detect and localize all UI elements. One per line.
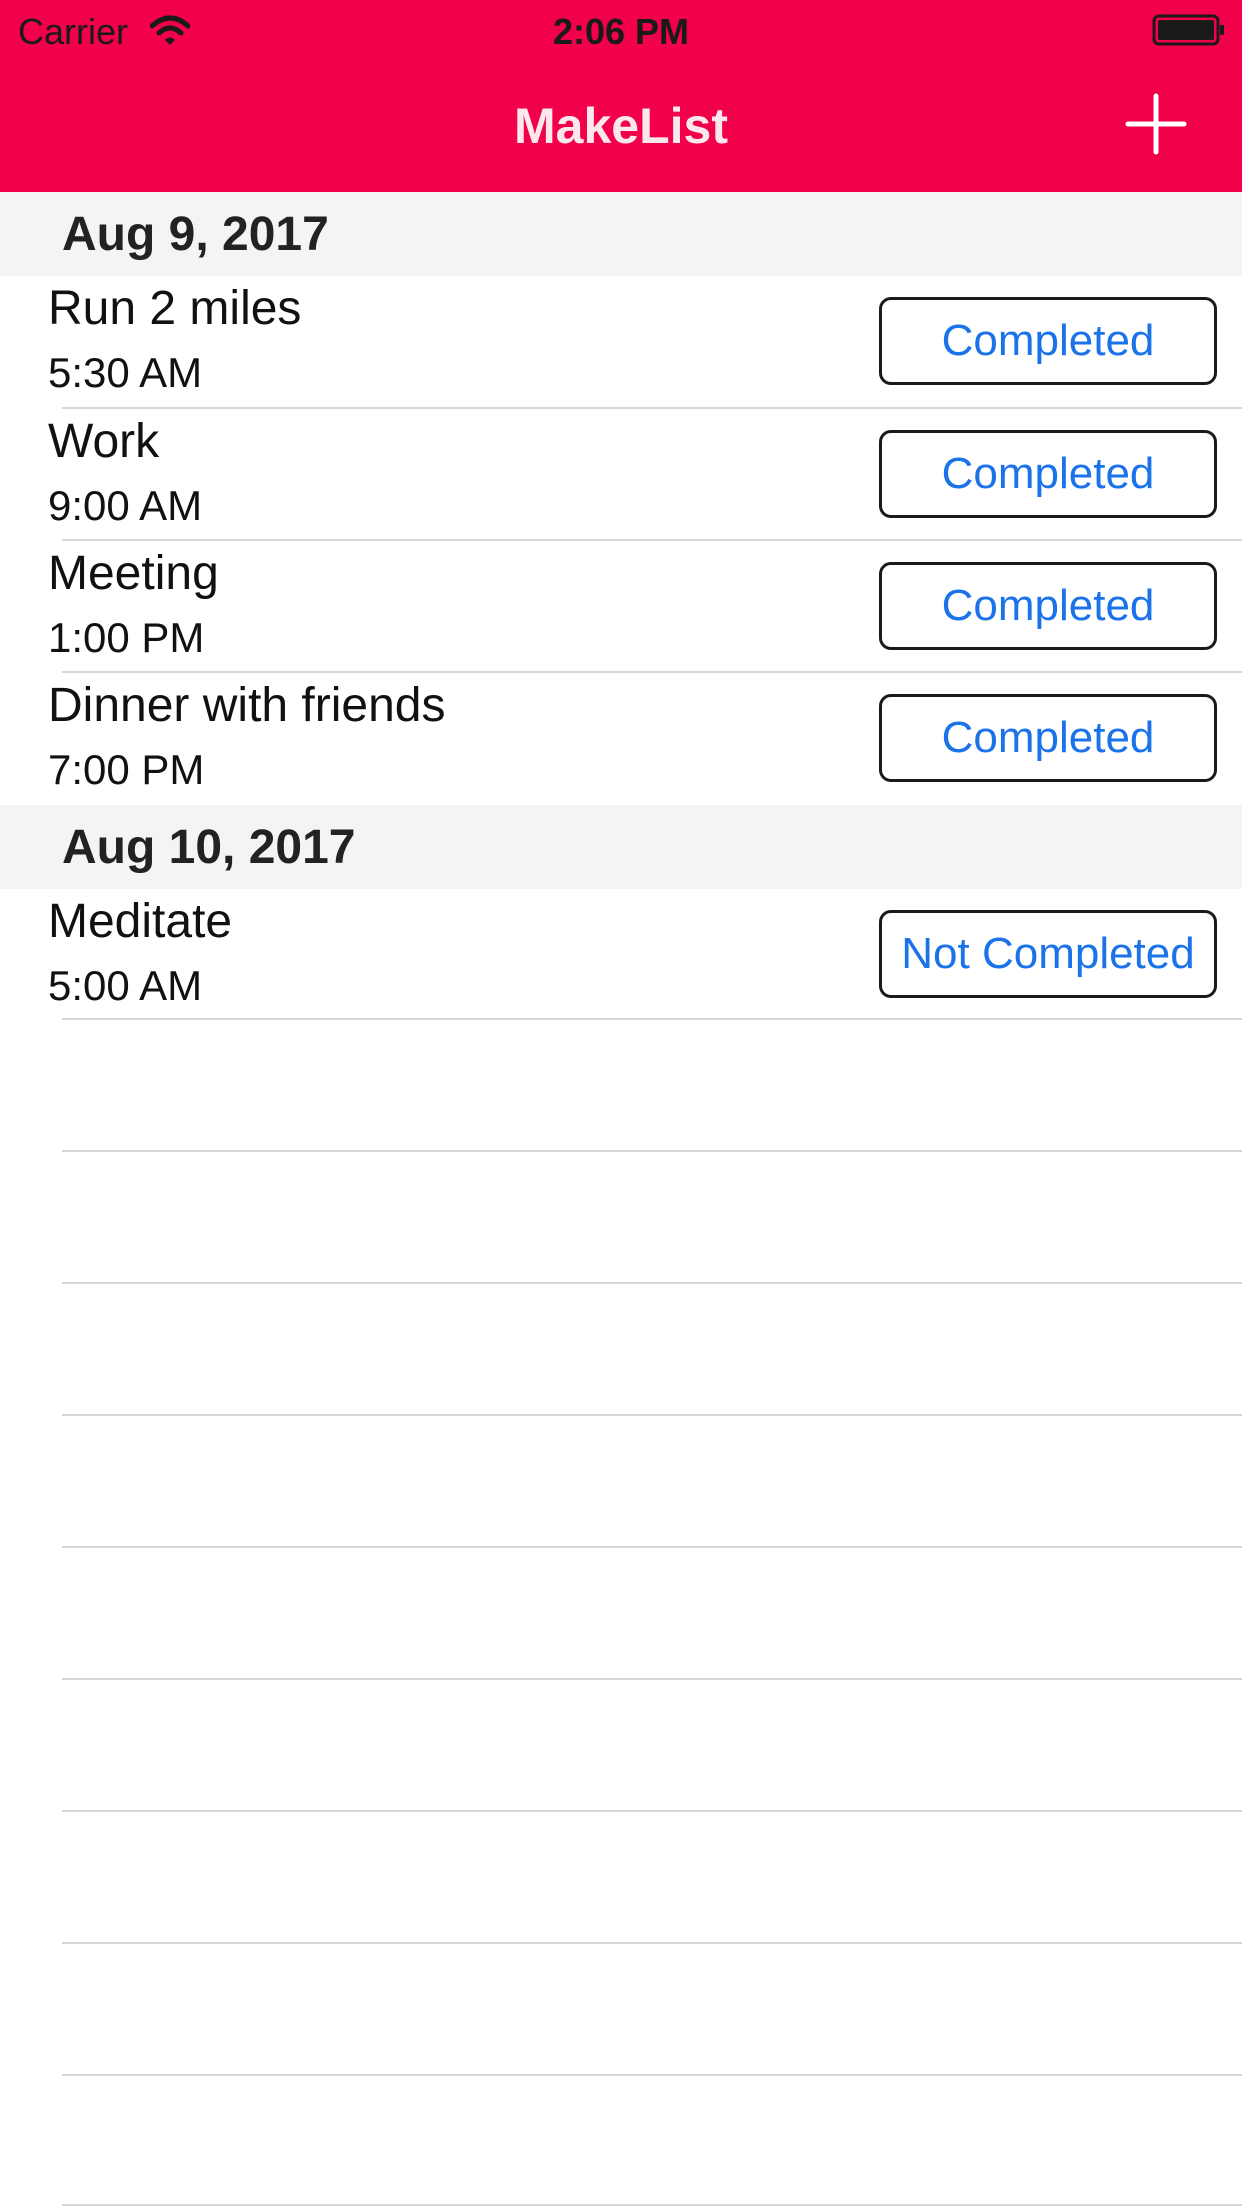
row-separator <box>62 1018 1242 1020</box>
row-separator <box>62 1150 1242 1152</box>
status-button[interactable]: Completed <box>879 430 1217 518</box>
list-item[interactable]: Run 2 miles 5:30 AM Completed <box>0 276 1242 408</box>
status-button[interactable]: Completed <box>879 297 1217 385</box>
task-time: 5:30 AM <box>48 349 203 396</box>
row-separator <box>62 1282 1242 1284</box>
row-separator <box>62 1546 1242 1548</box>
section-date: Aug 10, 2017 <box>62 821 356 874</box>
row-separator <box>62 1942 1242 1944</box>
section-date: Aug 9, 2017 <box>62 208 329 261</box>
task-name: Work <box>48 415 160 468</box>
row-separator <box>62 2074 1242 2076</box>
task-time: 9:00 AM <box>48 482 203 529</box>
list-item[interactable]: Meditate 5:00 AM Not Completed <box>0 889 1242 1021</box>
app-screen: Carrier 2:06 PM MakeList Aug 9, 2017 Run… <box>0 0 1242 2208</box>
list-item[interactable]: Work 9:00 AM Completed <box>0 409 1242 541</box>
task-name: Meditate <box>48 895 233 948</box>
task-time: 1:00 PM <box>48 614 205 661</box>
row-separator <box>62 1678 1242 1680</box>
task-time: 5:00 AM <box>48 962 203 1009</box>
task-name: Run 2 miles <box>48 282 302 335</box>
list-item[interactable]: Dinner with friends 7:00 PM Completed <box>0 673 1242 805</box>
section-header: Aug 9, 2017 <box>0 192 1242 276</box>
section-header: Aug 10, 2017 <box>0 805 1242 889</box>
nav-bar: Carrier 2:06 PM MakeList <box>0 0 1242 192</box>
task-time: 7:00 PM <box>48 746 205 793</box>
page-title: MakeList <box>514 98 728 154</box>
battery-icon <box>1152 14 1224 46</box>
row-separator <box>62 1810 1242 1812</box>
list-item[interactable]: Meeting 1:00 PM Completed <box>0 541 1242 673</box>
status-button[interactable]: Completed <box>879 694 1217 782</box>
row-separator <box>62 1414 1242 1416</box>
row-separator <box>62 2204 1242 2206</box>
status-button[interactable]: Completed <box>879 562 1217 650</box>
status-button[interactable]: Not Completed <box>879 910 1217 998</box>
plus-icon[interactable] <box>1124 92 1188 156</box>
task-name: Meeting <box>48 547 219 600</box>
status-time: 2:06 PM <box>552 11 690 52</box>
task-name: Dinner with friends <box>48 679 446 732</box>
